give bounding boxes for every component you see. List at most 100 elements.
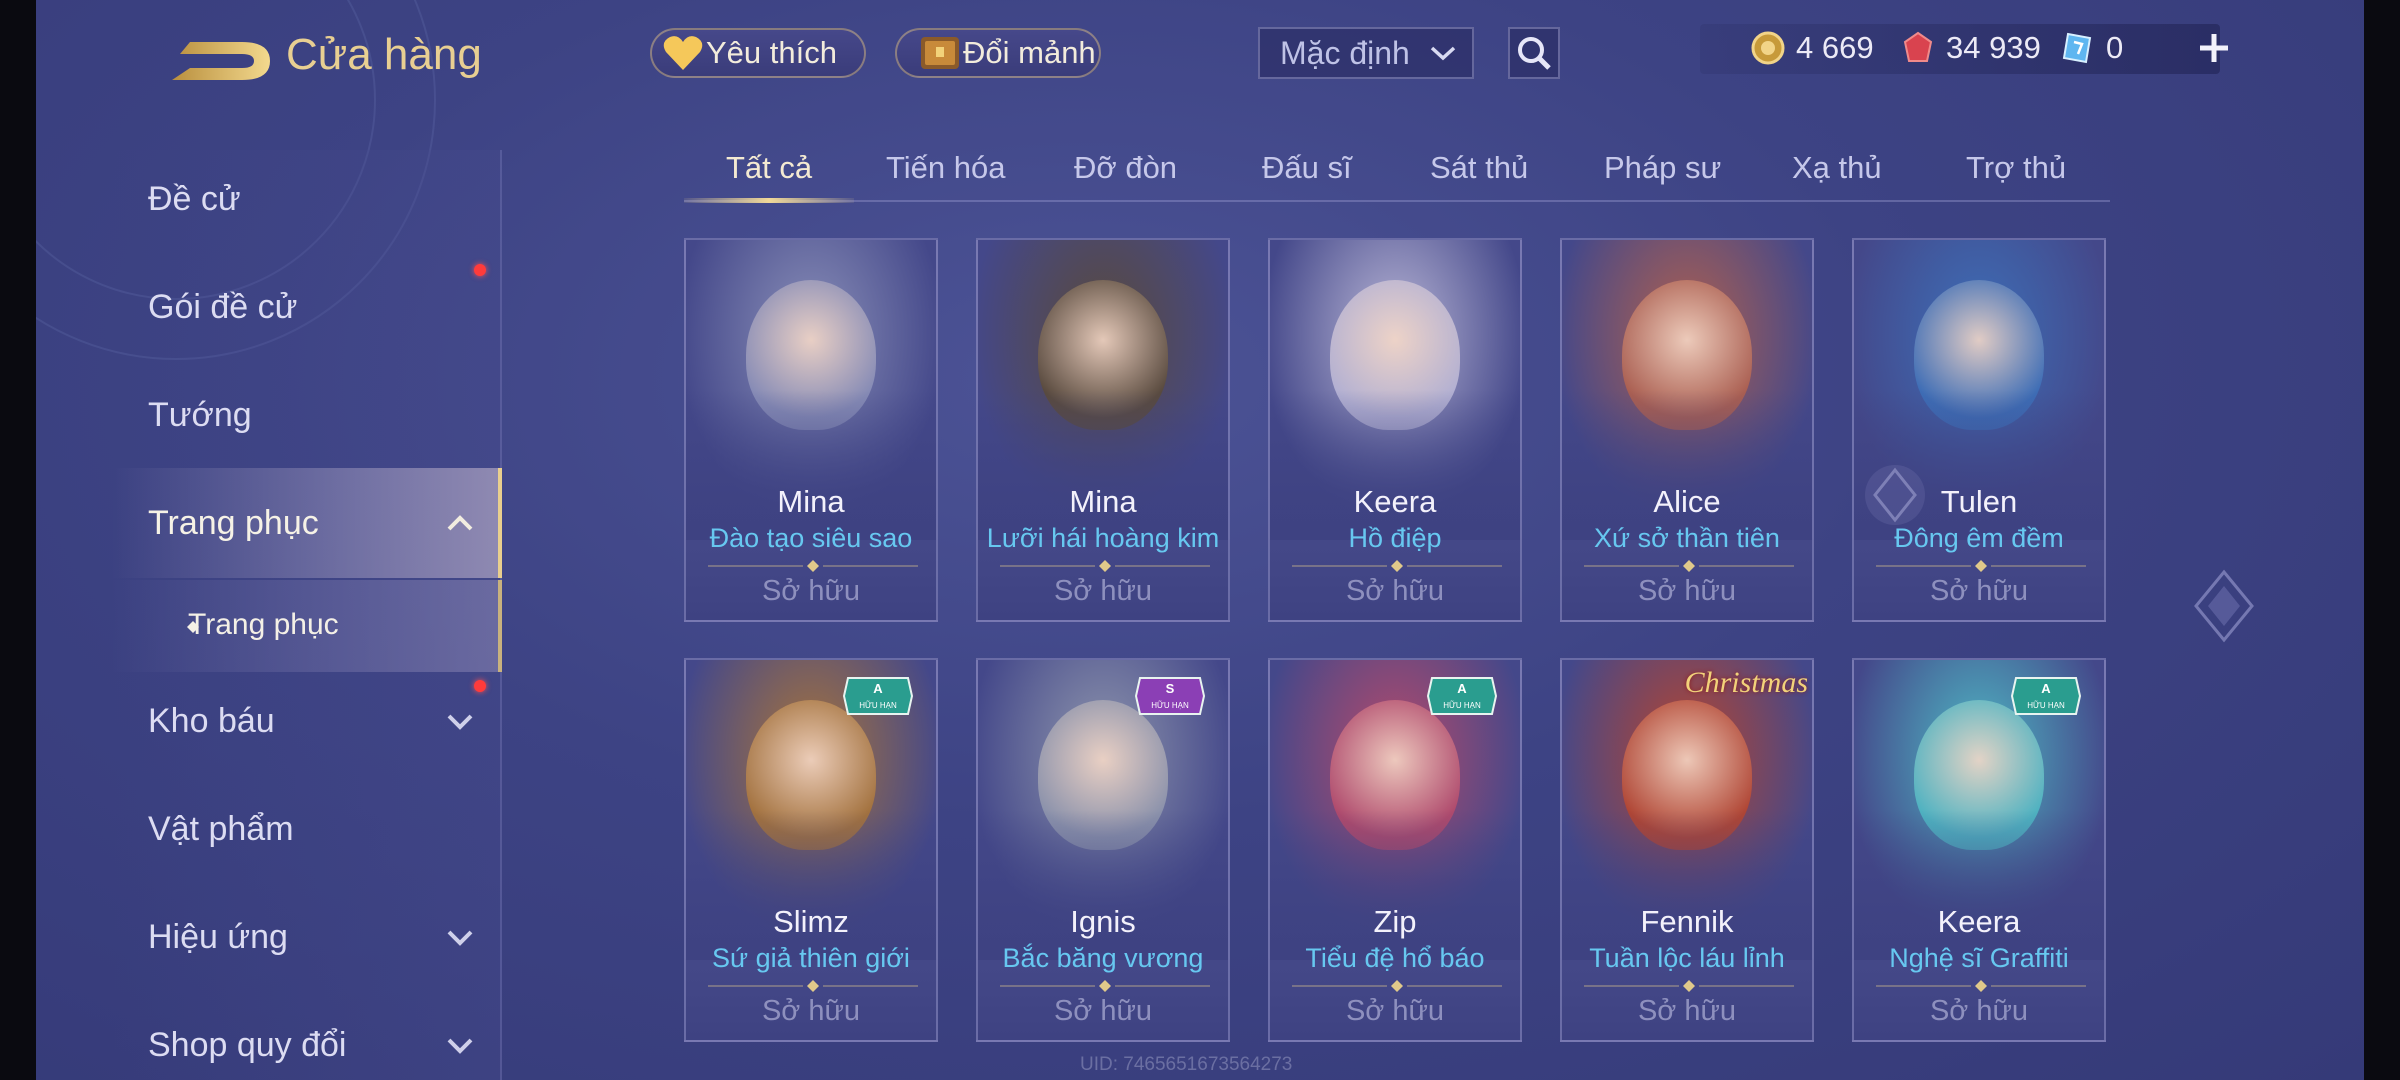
skin-name: Tuần lộc láu lỉnh xyxy=(1589,943,1785,973)
skin-card[interactable]: Alice Xứ sở thần tiên Sở hữu xyxy=(1560,238,1814,622)
owned-status: Sở hữu xyxy=(761,995,861,1027)
ruby-voucher-currency: 34 939 xyxy=(1898,28,2041,68)
floating-diamond-icon xyxy=(1865,465,1925,525)
chevron-down-icon xyxy=(1430,46,1456,61)
page-title: Cửa hàng xyxy=(286,30,482,79)
skin-card[interactable]: Tulen Đông êm đềm Sở hữu xyxy=(1852,238,2106,622)
sidebar-item-skins[interactable]: Trang phục xyxy=(148,504,319,543)
owned-status: Sở hữu xyxy=(1053,995,1153,1027)
hero-name: Mina xyxy=(777,484,845,519)
tab-marksman[interactable]: Xạ thủ xyxy=(1792,150,1882,186)
skin-card[interactable]: A HỮU HẠN Zip Tiểu đệ hổ báo Sở hữu xyxy=(1268,658,1522,1042)
hero-name: Slimz xyxy=(773,904,849,939)
ornament-divider-icon xyxy=(1584,560,1794,572)
screen-edge-right xyxy=(2364,0,2400,1080)
owned-status: Sở hữu xyxy=(1053,575,1153,607)
ornament-divider-icon xyxy=(1584,980,1794,992)
skin-name: Đào tạo siêu sao xyxy=(709,523,913,553)
sort-value: Mặc định xyxy=(1280,34,1410,71)
ornament-divider-icon xyxy=(1876,560,2086,572)
hero-name: Keera xyxy=(1353,484,1437,519)
skin-card[interactable]: S HỮU HẠN Ignis Bắc băng vương Sở hữu xyxy=(976,658,1230,1042)
svg-text:HỮU HẠN: HỮU HẠN xyxy=(1151,701,1189,710)
blue-ticket-icon xyxy=(2058,28,2098,68)
sidebar-item-heroes[interactable]: Tướng xyxy=(148,396,252,435)
notification-dot xyxy=(474,680,486,692)
sidebar-item-bundles[interactable]: Gói đề cử xyxy=(148,288,297,327)
tab-assassin[interactable]: Sát thủ xyxy=(1430,150,1528,186)
sidebar-item-exchange-shop[interactable]: Shop quy đổi xyxy=(148,1026,347,1065)
owned-status: Sở hữu xyxy=(1345,575,1445,607)
skin-card[interactable]: Christmas Fennik Tuần lộc láu lỉnh Sở hữu xyxy=(1560,658,1814,1042)
svg-text:HỮU HẠN: HỮU HẠN xyxy=(859,701,897,710)
skin-name: Xứ sở thần tiên xyxy=(1594,523,1780,553)
chevron-up-icon[interactable] xyxy=(446,514,474,532)
limited-badge-icon: A HỮU HẠN xyxy=(2010,677,2082,715)
plus-icon xyxy=(2200,34,2228,62)
tab-evolution[interactable]: Tiến hóa xyxy=(886,150,1006,186)
sidebar-subitem-skins[interactable]: Trang phục xyxy=(188,608,339,642)
add-currency-button[interactable] xyxy=(2194,28,2234,68)
skin-card[interactable]: Keera Hồ điệp Sở hữu xyxy=(1268,238,1522,622)
screen-edge-left xyxy=(0,0,36,1080)
fragment-label: Đổi mảnh xyxy=(963,35,1096,70)
hero-name: Alice xyxy=(1653,484,1721,519)
svg-text:HỮU HẠN: HỮU HẠN xyxy=(2027,701,2065,710)
hero-name: Ignis xyxy=(1070,904,1136,939)
skin-name: Nghệ sĩ Graffiti xyxy=(1889,943,2069,973)
tab-support[interactable]: Trợ thủ xyxy=(1966,150,2066,186)
limited-badge-icon: A HỮU HẠN xyxy=(842,677,914,715)
skin-card[interactable]: Mina Đào tạo siêu sao Sở hữu xyxy=(684,238,938,622)
tab-mage[interactable]: Pháp sư xyxy=(1604,150,1721,186)
christmas-banner: Christmas xyxy=(1684,666,1808,699)
svg-text:A: A xyxy=(1457,681,1467,696)
sidebar-item-effects[interactable]: Hiệu ứng xyxy=(148,918,288,957)
owned-status: Sở hữu xyxy=(1637,575,1737,607)
limited-badge-icon: S HỮU HẠN xyxy=(1134,677,1206,715)
ornament-divider-icon xyxy=(1000,560,1210,572)
limited-badge-icon: A HỮU HẠN xyxy=(1426,677,1498,715)
skin-name: Hồ điệp xyxy=(1348,523,1442,553)
owned-status: Sở hữu xyxy=(1345,995,1445,1027)
bullet-diamond-icon xyxy=(187,621,199,633)
chevron-down-icon[interactable] xyxy=(446,928,474,946)
ornament-divider-icon xyxy=(1876,980,2086,992)
fragment-chest-icon xyxy=(917,32,963,74)
hero-name: Fennik xyxy=(1640,904,1734,939)
ornament-divider-icon xyxy=(1000,980,1210,992)
owned-status: Sở hữu xyxy=(761,575,861,607)
skin-card[interactable]: A HỮU HẠN Keera Nghệ sĩ Graffiti Sở hữu xyxy=(1852,658,2106,1042)
back-arrow-icon xyxy=(172,42,270,80)
sidebar-item-recommended[interactable]: Đề cử xyxy=(148,180,241,219)
search-button[interactable] xyxy=(1508,27,1560,79)
hero-name: Zip xyxy=(1373,904,1417,939)
fragment-exchange-button[interactable]: Đổi mảnh xyxy=(895,28,1101,78)
owned-status: Sở hữu xyxy=(1929,575,2029,607)
back-button[interactable] xyxy=(150,36,280,86)
skin-name: Tiểu đệ hổ báo xyxy=(1305,943,1485,973)
svg-text:A: A xyxy=(2041,681,2051,696)
tab-all[interactable]: Tất cả xyxy=(726,150,812,186)
chevron-down-icon[interactable] xyxy=(446,1036,474,1054)
favorites-label: Yêu thích xyxy=(706,35,837,70)
uid-watermark: UID: 7465651673564273 xyxy=(1080,1054,1293,1075)
tab-tank[interactable]: Đỡ đòn xyxy=(1074,150,1177,186)
skin-card[interactable]: A HỮU HẠN Slimz Sứ giả thiên giới Sở hữu xyxy=(684,658,938,1042)
ornament-divider-icon xyxy=(1292,980,1502,992)
hero-name: Keera xyxy=(1937,904,2021,939)
sort-dropdown[interactable]: Mặc định xyxy=(1258,27,1474,79)
svg-text:S: S xyxy=(1166,681,1175,696)
ornament-divider-icon xyxy=(708,560,918,572)
svg-text:HỮU HẠN: HỮU HẠN xyxy=(1443,701,1481,710)
ornament-divider-icon xyxy=(708,980,918,992)
skin-name: Bắc băng vương xyxy=(1002,943,1204,973)
sidebar-item-items[interactable]: Vật phẩm xyxy=(148,810,294,849)
ruby-amount: 34 939 xyxy=(1946,30,2041,65)
gold-coin-icon xyxy=(1748,28,1788,68)
ruby-voucher-icon xyxy=(1898,28,1938,68)
chevron-down-icon[interactable] xyxy=(446,712,474,730)
skin-card[interactable]: Mina Lưỡi hái hoàng kim Sở hữu xyxy=(976,238,1230,622)
sidebar-item-treasure[interactable]: Kho báu xyxy=(148,702,275,741)
tab-fighter[interactable]: Đấu sĩ xyxy=(1262,150,1352,186)
favorites-button[interactable]: Yêu thích xyxy=(650,28,866,78)
